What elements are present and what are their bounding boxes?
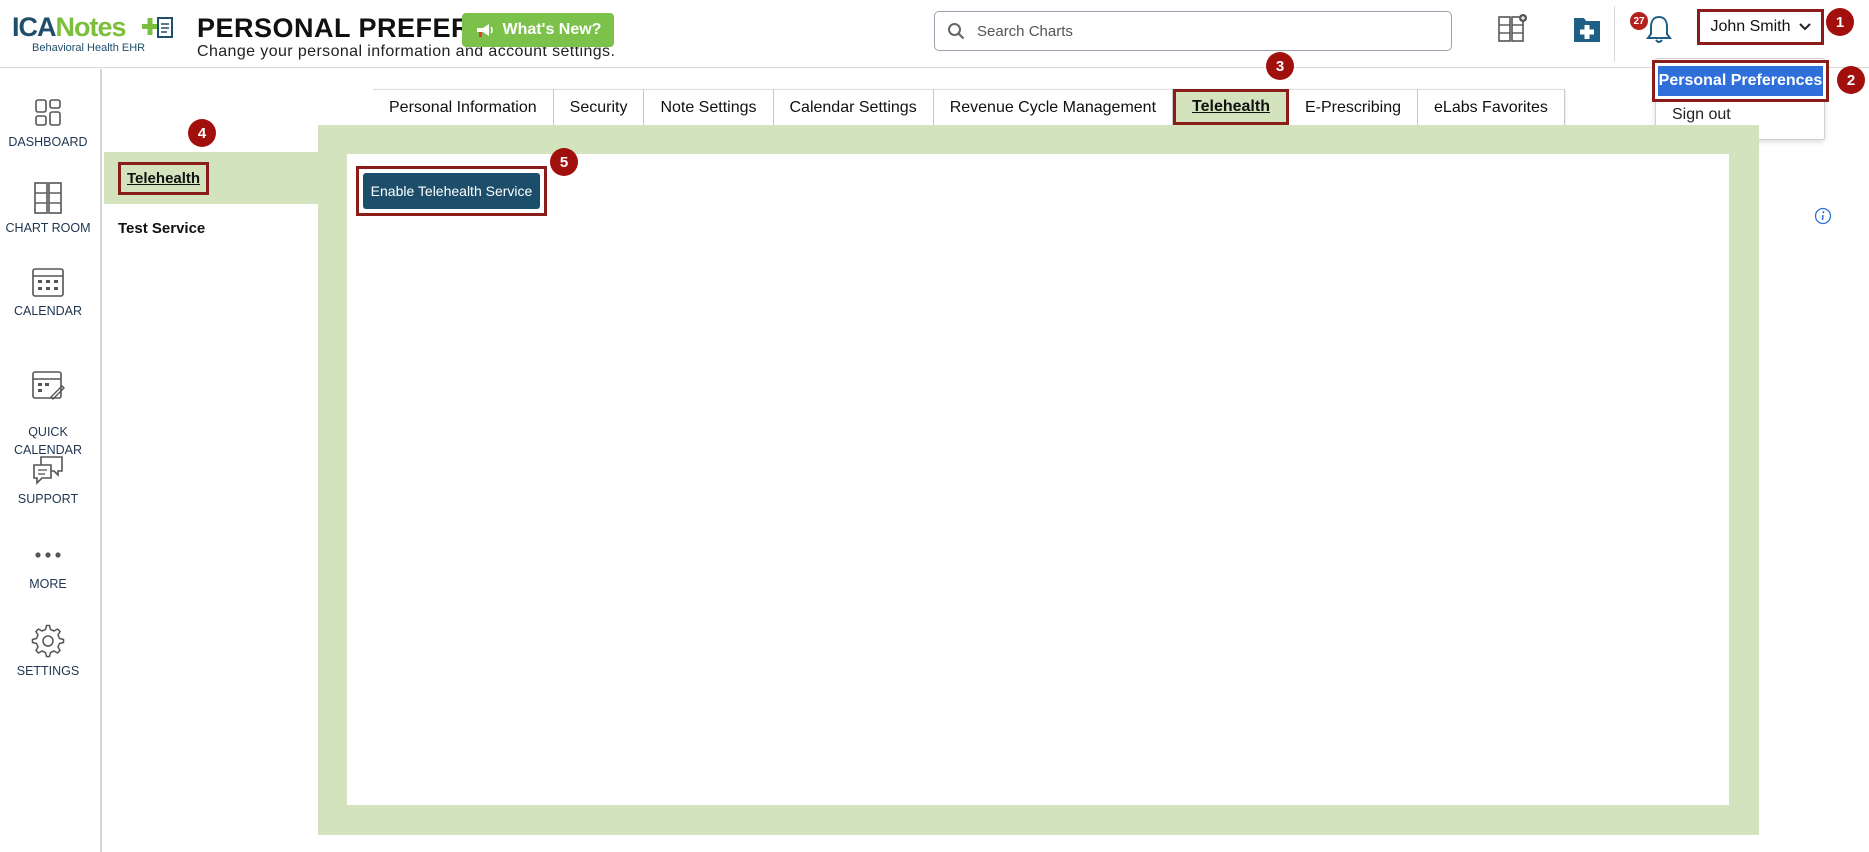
menu-item-sign-out[interactable]: Sign out: [1672, 106, 1731, 124]
chart-cabinet-add-icon[interactable]: [1495, 12, 1529, 46]
quick-calendar-icon: [32, 371, 65, 400]
enable-telehealth-highlight: Enable Telehealth Service: [356, 166, 547, 216]
nav-quick-calendar[interactable]: QUICK CALENDAR: [0, 351, 96, 459]
step-marker-4: 4: [188, 119, 216, 147]
preferences-tabs: Personal Information Security Note Setti…: [373, 89, 1565, 125]
search-icon: [948, 23, 965, 40]
enable-telehealth-service-button[interactable]: Enable Telehealth Service: [363, 173, 540, 209]
menu-item-personal-preferences[interactable]: Personal Preferences: [1652, 60, 1829, 102]
tab-revenue-cycle-management[interactable]: Revenue Cycle Management: [933, 89, 1174, 125]
sub-item-test-service[interactable]: Test Service: [104, 202, 318, 254]
nav-chart-room-label: CHART ROOM: [5, 221, 91, 235]
nav-more-label: MORE: [29, 577, 67, 591]
tab-telehealth[interactable]: Telehealth: [1173, 89, 1289, 125]
header-divider: [1614, 6, 1615, 62]
step-marker-3: 3: [1266, 52, 1294, 80]
more-icon: [35, 552, 61, 558]
tab-elabs-favorites[interactable]: eLabs Favorites: [1418, 89, 1565, 125]
step-marker-2: 2: [1837, 66, 1865, 94]
tab-personal-information[interactable]: Personal Information: [373, 89, 554, 125]
tab-e-prescribing[interactable]: E-Prescribing: [1288, 89, 1419, 125]
notification-badge: 27: [1630, 12, 1648, 30]
nav-settings[interactable]: SETTINGS: [0, 624, 96, 680]
add-chart-icon[interactable]: [1570, 12, 1604, 46]
nav-chart-room[interactable]: CHART ROOM: [0, 181, 96, 237]
chevron-down-icon: [1798, 23, 1811, 31]
tab-calendar-settings[interactable]: Calendar Settings: [773, 89, 934, 125]
info-icon[interactable]: [1814, 207, 1832, 225]
dashboard-icon: [35, 99, 61, 126]
whats-new-label: What's New?: [502, 21, 602, 38]
gear-icon: [31, 624, 65, 658]
left-navigation: DASHBOARD CHART ROOM CALENDAR QUICK CALE…: [0, 69, 102, 852]
step-marker-1: 1: [1826, 8, 1854, 36]
nav-calendar-label: CALENDAR: [13, 304, 83, 318]
nav-calendar[interactable]: CALENDAR: [0, 266, 96, 320]
tab-note-settings[interactable]: Note Settings: [644, 89, 774, 125]
support-icon: [33, 456, 63, 485]
telehealth-content-area: [347, 154, 1729, 805]
chart-room-icon: [34, 182, 62, 214]
megaphone-icon: [476, 24, 493, 37]
search-input[interactable]: [975, 21, 1415, 41]
sub-item-telehealth[interactable]: Telehealth: [104, 152, 318, 204]
nav-dashboard[interactable]: DASHBOARD: [0, 97, 96, 151]
app-header: ICANotes Behavioral Health EHR PERSONAL …: [0, 0, 1869, 68]
icanotes-logo[interactable]: ICANotes Behavioral Health EHR: [12, 12, 173, 56]
logo-subtitle: Behavioral Health EHR: [32, 42, 146, 54]
page-title: PERSONAL PREFERENCES: [197, 13, 477, 43]
whats-new-button[interactable]: What's New?: [462, 13, 614, 47]
step-marker-5: 5: [550, 148, 578, 176]
nav-dashboard-label: DASHBOARD: [8, 135, 88, 149]
nav-quick-calendar-label: QUICK CALENDAR: [13, 425, 83, 457]
telehealth-sub-sidebar: Telehealth Test Service: [104, 152, 318, 412]
logo-plus-icon: [142, 17, 173, 38]
calendar-icon: [32, 268, 64, 297]
user-menu-button[interactable]: John Smith: [1697, 9, 1824, 45]
logo-wordmark: ICANotes: [12, 12, 127, 42]
nav-support[interactable]: SUPPORT: [0, 454, 96, 508]
search-charts-bar[interactable]: [934, 11, 1452, 51]
nav-more[interactable]: MORE: [0, 539, 96, 593]
nav-support-label: SUPPORT: [17, 492, 79, 506]
nav-settings-label: SETTINGS: [16, 664, 80, 678]
user-name: John Smith: [1710, 18, 1791, 35]
tab-security[interactable]: Security: [553, 89, 645, 125]
